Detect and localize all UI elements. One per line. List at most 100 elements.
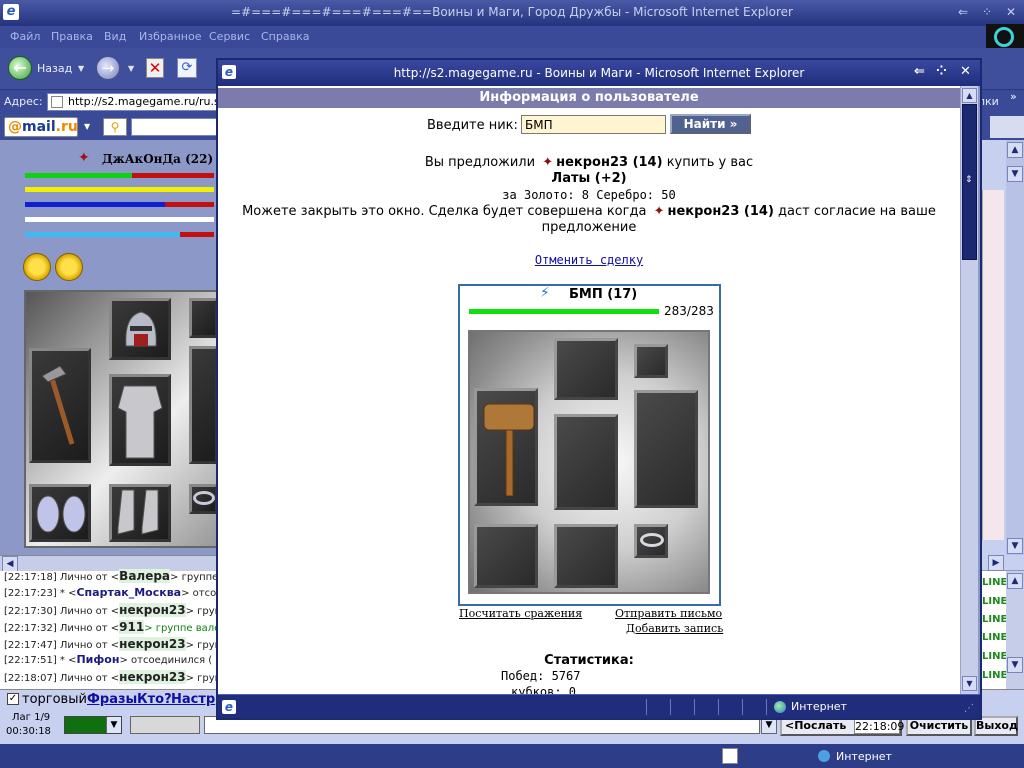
mini-map[interactable] bbox=[982, 190, 1004, 540]
armor-icon bbox=[114, 378, 166, 462]
armor-slot[interactable] bbox=[554, 414, 618, 510]
zone-label: Интернет bbox=[791, 700, 847, 713]
chevron-down-icon[interactable]: ▼ bbox=[128, 64, 134, 73]
who-link[interactable]: Кто? bbox=[137, 692, 172, 707]
color-select[interactable]: ▼ bbox=[64, 716, 122, 734]
close-icon[interactable]: ✕ bbox=[1006, 5, 1016, 19]
chevron-down-icon[interactable]: ▼ bbox=[106, 717, 121, 733]
online-status: LINE bbox=[982, 670, 1008, 681]
pickaxe-icon bbox=[40, 360, 80, 450]
chat-nick[interactable]: Пифон bbox=[76, 653, 119, 666]
chevron-down-icon[interactable]: ▼ bbox=[84, 122, 90, 131]
menu-view[interactable]: Вид bbox=[104, 30, 126, 43]
chat-nick[interactable]: некрон23 bbox=[119, 670, 186, 684]
scroll-down-icon[interactable]: ▼ bbox=[1007, 538, 1023, 554]
mailru-logo[interactable]: @mail.ru bbox=[4, 117, 78, 137]
ring-icon bbox=[193, 491, 215, 505]
scroll-down-icon[interactable]: ▼ bbox=[962, 676, 977, 691]
shield-slot[interactable] bbox=[634, 390, 698, 508]
boots-slot[interactable] bbox=[554, 524, 618, 588]
phrases-link[interactable]: Фразы bbox=[87, 692, 137, 707]
session-timer: 00:30:18 bbox=[6, 726, 51, 737]
menu-favorites[interactable]: Избранное bbox=[139, 30, 201, 43]
amulet-slot[interactable] bbox=[189, 298, 218, 338]
online-status: LINE bbox=[982, 614, 1008, 625]
scroll-down-icon[interactable]: ▼ bbox=[1007, 166, 1023, 182]
mana-bar bbox=[25, 202, 165, 207]
chat-line: [22:17:32] Лично от <911> группе вале bbox=[4, 620, 221, 634]
popup-status-bar: e Интернет ⋰ bbox=[218, 694, 980, 718]
scroll-up-icon[interactable]: ▲ bbox=[962, 88, 977, 103]
chat-line: [22:17:51] * <Пифон> отсоединился ( bbox=[4, 653, 213, 666]
coin-icon[interactable] bbox=[23, 253, 51, 281]
scroll-up-icon[interactable]: ▲ bbox=[1007, 142, 1023, 158]
search-icon[interactable]: ⚲ bbox=[103, 118, 127, 136]
shield-slot[interactable] bbox=[189, 346, 218, 464]
amulet-slot[interactable] bbox=[634, 344, 668, 378]
scroll-thumb[interactable]: ⇕ bbox=[962, 104, 977, 260]
close-icon[interactable]: ✕ bbox=[960, 64, 971, 79]
send-letter-link[interactable]: Отправить письмо bbox=[615, 607, 722, 620]
chat-nick[interactable]: Спартак_Москва bbox=[76, 586, 181, 599]
offer-text: Вы предложили bbox=[424, 155, 536, 170]
internet-globe-icon bbox=[818, 750, 830, 762]
gloves-slot[interactable] bbox=[474, 524, 538, 588]
coin-icon[interactable] bbox=[55, 253, 83, 281]
popup-scrollbar[interactable]: ▲ ⇕ ▼ bbox=[960, 86, 978, 694]
scroll-right-icon[interactable]: ▶ bbox=[988, 555, 1004, 571]
settings-link[interactable]: Настр bbox=[171, 692, 215, 707]
menu-help[interactable]: Справка bbox=[261, 30, 309, 43]
scroll-up-icon[interactable]: ▲ bbox=[1007, 573, 1023, 589]
chat-nick[interactable]: Валера bbox=[119, 569, 171, 583]
chat-nick[interactable]: некрон23 bbox=[119, 603, 186, 617]
trade-checkbox[interactable]: ✓ bbox=[7, 693, 19, 705]
chevron-right-icon[interactable]: » bbox=[1010, 90, 1017, 103]
cancel-deal-link[interactable]: Отменить сделку bbox=[218, 253, 960, 267]
online-scrollbar[interactable]: ▲ ▼ bbox=[1006, 571, 1024, 689]
chat-line: [22:17:18] Лично от <Валера> группе bbox=[4, 569, 219, 583]
forward-arrow-icon[interactable]: → bbox=[96, 56, 120, 80]
online-status: LINE bbox=[982, 632, 1008, 643]
player-name[interactable]: ДжАкОнДа (22) In bbox=[80, 152, 232, 166]
bg-window-title: =#===#===#===#===#==Воины и Маги, Город … bbox=[231, 5, 793, 19]
lag-indicator: Лаг 1/9 bbox=[12, 712, 51, 723]
chevron-down-icon[interactable]: ▼ bbox=[78, 64, 84, 73]
resize-grip-icon[interactable]: ⋰ bbox=[964, 703, 974, 714]
exp-bar bbox=[25, 217, 214, 222]
ie-icon: e bbox=[222, 700, 236, 714]
minimize-icon[interactable]: ⇐ bbox=[958, 5, 968, 19]
toolbar-tools-icon[interactable] bbox=[990, 116, 1024, 138]
add-record-link[interactable]: Добавить запись bbox=[626, 622, 723, 635]
page-icon bbox=[51, 96, 63, 108]
menu-tools[interactable]: Сервис bbox=[209, 30, 250, 43]
bg-status-bar: Интернет bbox=[0, 744, 1024, 768]
buyer-name[interactable]: некрон23 (14) bbox=[667, 204, 773, 219]
nick-input[interactable] bbox=[521, 115, 666, 134]
stop-icon[interactable]: ✕ bbox=[146, 58, 164, 78]
menu-file[interactable]: Файл bbox=[10, 30, 40, 43]
energy-bar-missing bbox=[180, 232, 214, 237]
right-scrollbar[interactable]: ▲ ▼ ▼ bbox=[1006, 140, 1024, 555]
chat-nick[interactable]: 911 bbox=[119, 620, 145, 634]
scroll-down-icon[interactable]: ▼ bbox=[1007, 657, 1023, 673]
helmet-slot[interactable] bbox=[554, 338, 618, 400]
trade-label: торговый bbox=[22, 692, 87, 707]
restore-icon[interactable]: ⁘ bbox=[936, 64, 947, 79]
menu-edit[interactable]: Правка bbox=[51, 30, 93, 43]
minimize-icon[interactable]: ⇐ bbox=[914, 64, 925, 79]
recipient-field[interactable] bbox=[130, 716, 200, 734]
clock: 22:18:09 bbox=[854, 718, 905, 734]
address-input[interactable]: http://s2.magegame.ru/ru.spb bbox=[47, 93, 217, 111]
chat-nick[interactable]: некрон23 bbox=[119, 637, 186, 651]
buyer-name[interactable]: некрон23 (14) bbox=[556, 155, 662, 170]
restore-icon[interactable]: ⁘ bbox=[982, 5, 992, 19]
ring-icon bbox=[640, 533, 664, 547]
find-button[interactable]: Найти » bbox=[670, 114, 751, 134]
back-arrow-icon[interactable]: ← bbox=[8, 56, 32, 80]
back-button-label[interactable]: Назад bbox=[37, 62, 72, 75]
address-label: Адрес: bbox=[4, 95, 43, 108]
count-battles-link[interactable]: Посчитать сражения bbox=[459, 607, 582, 620]
menu-bar: Файл Правка Вид Избранное Сервис Справка bbox=[0, 26, 1024, 48]
refresh-icon[interactable]: ⟳ bbox=[177, 58, 197, 78]
search-input[interactable] bbox=[131, 118, 217, 136]
